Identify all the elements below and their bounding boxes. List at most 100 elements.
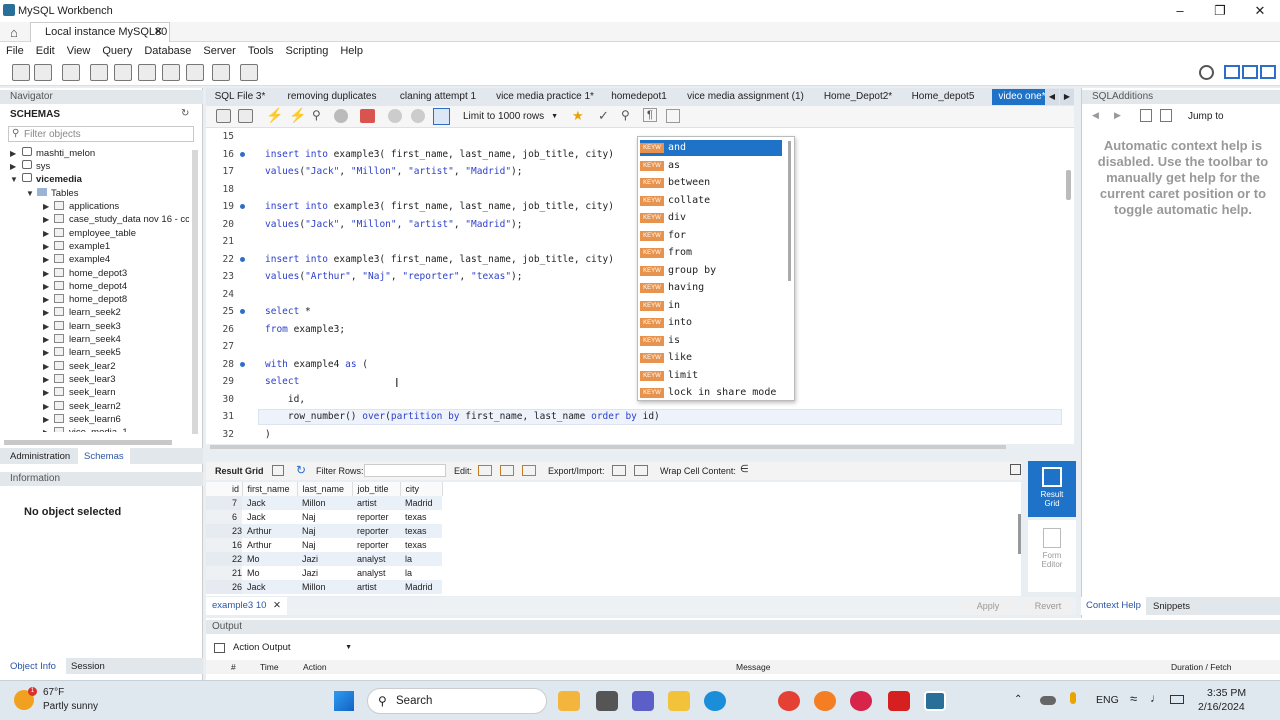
table-row[interactable]: 22 Mo Jazi analyst la: [206, 552, 443, 566]
table-cell[interactable]: 22: [206, 552, 243, 566]
limit-rows-select[interactable]: Limit to 1000 rows ▼: [458, 109, 560, 124]
wifi-icon[interactable]: ≈: [1130, 691, 1137, 706]
execute-current-icon[interactable]: ⚡: [289, 107, 306, 124]
expand-arrow-icon[interactable]: ▶: [43, 253, 49, 266]
tab-query[interactable]: homedepot1: [605, 89, 673, 105]
reconnect-icon[interactable]: [240, 64, 258, 81]
tab-query[interactable]: SQL File 3*: [210, 89, 270, 105]
explain-icon[interactable]: ⚲: [312, 108, 321, 122]
app-icon[interactable]: [596, 691, 618, 711]
toggle-sidebar-icon[interactable]: [1224, 65, 1240, 79]
favorite-icon[interactable]: ★: [572, 108, 584, 124]
wrap-cell-icon[interactable]: ∈: [740, 464, 749, 475]
table-item[interactable]: ▶ seek_learn: [43, 386, 189, 399]
editor-scrollbar[interactable]: [1066, 170, 1071, 200]
table-row[interactable]: 6 Jack Naj reporter texas: [206, 510, 442, 524]
column-header[interactable]: city: [400, 482, 443, 496]
insert-row-icon[interactable]: [500, 465, 514, 476]
table-item[interactable]: ▶ learn_seek3: [43, 320, 189, 333]
table-cell[interactable]: texas: [400, 510, 442, 524]
execute-icon[interactable]: ⚡: [266, 107, 283, 124]
table-cell[interactable]: texas: [400, 538, 442, 552]
expand-arrow-icon[interactable]: ▶: [43, 413, 49, 426]
table-cell[interactable]: Jazi: [297, 566, 352, 580]
expand-arrow-icon[interactable]: ▶: [43, 200, 49, 213]
create-function-icon[interactable]: [186, 64, 204, 81]
edge-icon[interactable]: [704, 691, 726, 711]
import-icon[interactable]: [634, 465, 648, 476]
refresh-icon[interactable]: ↻: [296, 463, 306, 477]
schema-item[interactable]: ▶ mashti_melon: [10, 147, 95, 160]
output-mode-select[interactable]: Action Output ▼: [228, 640, 354, 655]
menu-server[interactable]: Server: [203, 45, 235, 57]
autocommit-icon[interactable]: [433, 108, 450, 125]
rollback-icon[interactable]: [411, 109, 425, 123]
autocomplete-scrollbar[interactable]: [788, 141, 791, 281]
tab-snippets[interactable]: Snippets: [1153, 601, 1190, 612]
connection-tab[interactable]: Local instance MySQL80 ✕: [30, 22, 170, 42]
table-cell[interactable]: analyst: [352, 552, 401, 566]
menu-view[interactable]: View: [67, 45, 91, 57]
tab-scroll-icon[interactable]: ▶: [1060, 89, 1074, 105]
table-cell[interactable]: 23: [206, 524, 243, 538]
maximize-button[interactable]: ❐: [1200, 0, 1240, 22]
schema-item[interactable]: ▶ sys: [10, 160, 50, 173]
expand-arrow-icon[interactable]: ▶: [43, 213, 49, 226]
open-file-icon[interactable]: [216, 109, 231, 123]
table-item[interactable]: ▶ learn_seek4: [43, 333, 189, 346]
tab-object-info[interactable]: Object Info: [0, 658, 66, 674]
autocomplete-item[interactable]: KEYW like: [640, 350, 782, 366]
expand-arrow-icon[interactable]: ▶: [43, 373, 49, 386]
tab-query[interactable]: video one*: [992, 89, 1052, 105]
grid-scrollbar[interactable]: [1018, 514, 1021, 554]
table-cell[interactable]: Mo: [242, 552, 298, 566]
form-editor-side-button[interactable]: Form Editor: [1028, 520, 1076, 592]
table-cell[interactable]: Naj: [297, 510, 352, 524]
beautify-icon[interactable]: ✓: [598, 108, 609, 124]
expand-arrow-icon[interactable]: ▶: [43, 346, 49, 359]
table-row[interactable]: 16 Arthur Naj reporter texas: [206, 538, 442, 552]
autocomplete-item[interactable]: KEYW div: [640, 210, 782, 226]
table-item[interactable]: ▶ home_depot4: [43, 280, 189, 293]
menu-tools[interactable]: Tools: [248, 45, 274, 57]
stop-icon[interactable]: [334, 109, 348, 123]
expand-arrow-icon[interactable]: ▶: [43, 386, 49, 399]
app-icon[interactable]: [558, 691, 580, 711]
table-cell[interactable]: 7: [206, 496, 243, 510]
wrap-icon[interactable]: [666, 109, 680, 123]
autocomplete-item[interactable]: KEYW is: [640, 333, 782, 349]
expand-arrow-icon[interactable]: ▶: [43, 360, 49, 373]
table-cell[interactable]: reporter: [352, 538, 400, 552]
filter-objects-box[interactable]: ⚲ Filter objects: [8, 126, 194, 142]
save-icon[interactable]: [238, 109, 253, 123]
apply-button[interactable]: Apply: [964, 599, 1012, 613]
autocomplete-popup[interactable]: KEYW and KEYW as KEYW between KEYW collate KEYW d…: [637, 136, 795, 401]
hscrollbar[interactable]: [4, 440, 172, 445]
expand-arrow-icon[interactable]: ▶: [43, 267, 49, 280]
table-cell[interactable]: Jazi: [297, 552, 353, 566]
tab-administration[interactable]: Administration: [10, 451, 70, 462]
expand-arrow-icon[interactable]: ▶: [43, 400, 49, 413]
manual-help-icon[interactable]: [1140, 109, 1152, 122]
create-view-icon[interactable]: [138, 64, 156, 81]
table-cell[interactable]: analyst: [352, 566, 400, 580]
open-sql-file-icon[interactable]: [34, 64, 52, 81]
autocomplete-item[interactable]: KEYW having: [640, 280, 782, 296]
table-row[interactable]: 21 Mo Jazi analyst la: [206, 566, 442, 580]
minimize-button[interactable]: –: [1160, 0, 1200, 22]
menu-file[interactable]: File: [6, 45, 24, 57]
column-header[interactable]: last_name: [297, 482, 353, 496]
expand-arrow-icon[interactable]: ▶: [43, 240, 49, 253]
table-cell[interactable]: Arthur: [242, 524, 298, 538]
commit-icon[interactable]: [388, 109, 402, 123]
expand-arrow-icon[interactable]: ▶: [43, 333, 49, 346]
grid-icon[interactable]: [272, 465, 284, 476]
table-cell[interactable]: Mo: [242, 566, 297, 580]
table-cell[interactable]: Millon: [297, 496, 353, 510]
delete-row-icon[interactable]: [522, 465, 536, 476]
tab-query[interactable]: Home_Depot2*: [818, 89, 898, 105]
schema-item-active[interactable]: ▼ vicemedia: [10, 173, 82, 186]
table-row[interactable]: 7 Jack Millon artist Madrid: [206, 496, 443, 510]
table-cell[interactable]: reporter: [352, 524, 401, 538]
create-schema-icon[interactable]: [90, 64, 108, 81]
